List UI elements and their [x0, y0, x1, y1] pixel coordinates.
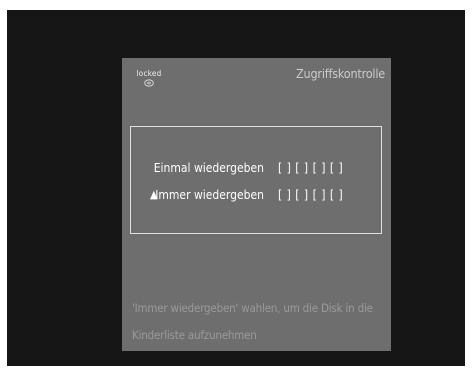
option-label: Immer wiedergeben: [155, 188, 264, 202]
disc-icon: [144, 79, 154, 87]
option-slots: [ ] [ ] [ ] [ ]: [278, 161, 344, 175]
help-text: 'Immer wiedergeben' wahlen, um die Disk …: [132, 295, 388, 349]
access-control-panel: locked Zugriffskontrolle Einmal wiederge…: [122, 58, 391, 351]
help-text-line: Kinderliste aufzunehmen: [132, 328, 257, 342]
option-play-once[interactable]: Einmal wiedergeben [ ] [ ] [ ] [ ]: [131, 159, 381, 177]
panel-title: Zugriffskontrolle: [296, 66, 385, 81]
playback-options: Einmal wiedergeben [ ] [ ] [ ] [ ] ▲ Imm…: [130, 126, 382, 234]
option-play-always[interactable]: ▲ Immer wiedergeben [ ] [ ] [ ] [ ]: [131, 186, 381, 204]
tv-screen: locked Zugriffskontrolle Einmal wiederge…: [7, 10, 465, 366]
help-text-line: 'Immer wiedergeben' wahlen, um die Disk …: [132, 301, 373, 315]
option-label: Einmal wiedergeben: [153, 161, 264, 175]
locked-label: locked: [136, 69, 162, 78]
locked-indicator: locked: [134, 69, 164, 87]
option-slots: [ ] [ ] [ ] [ ]: [278, 188, 344, 202]
